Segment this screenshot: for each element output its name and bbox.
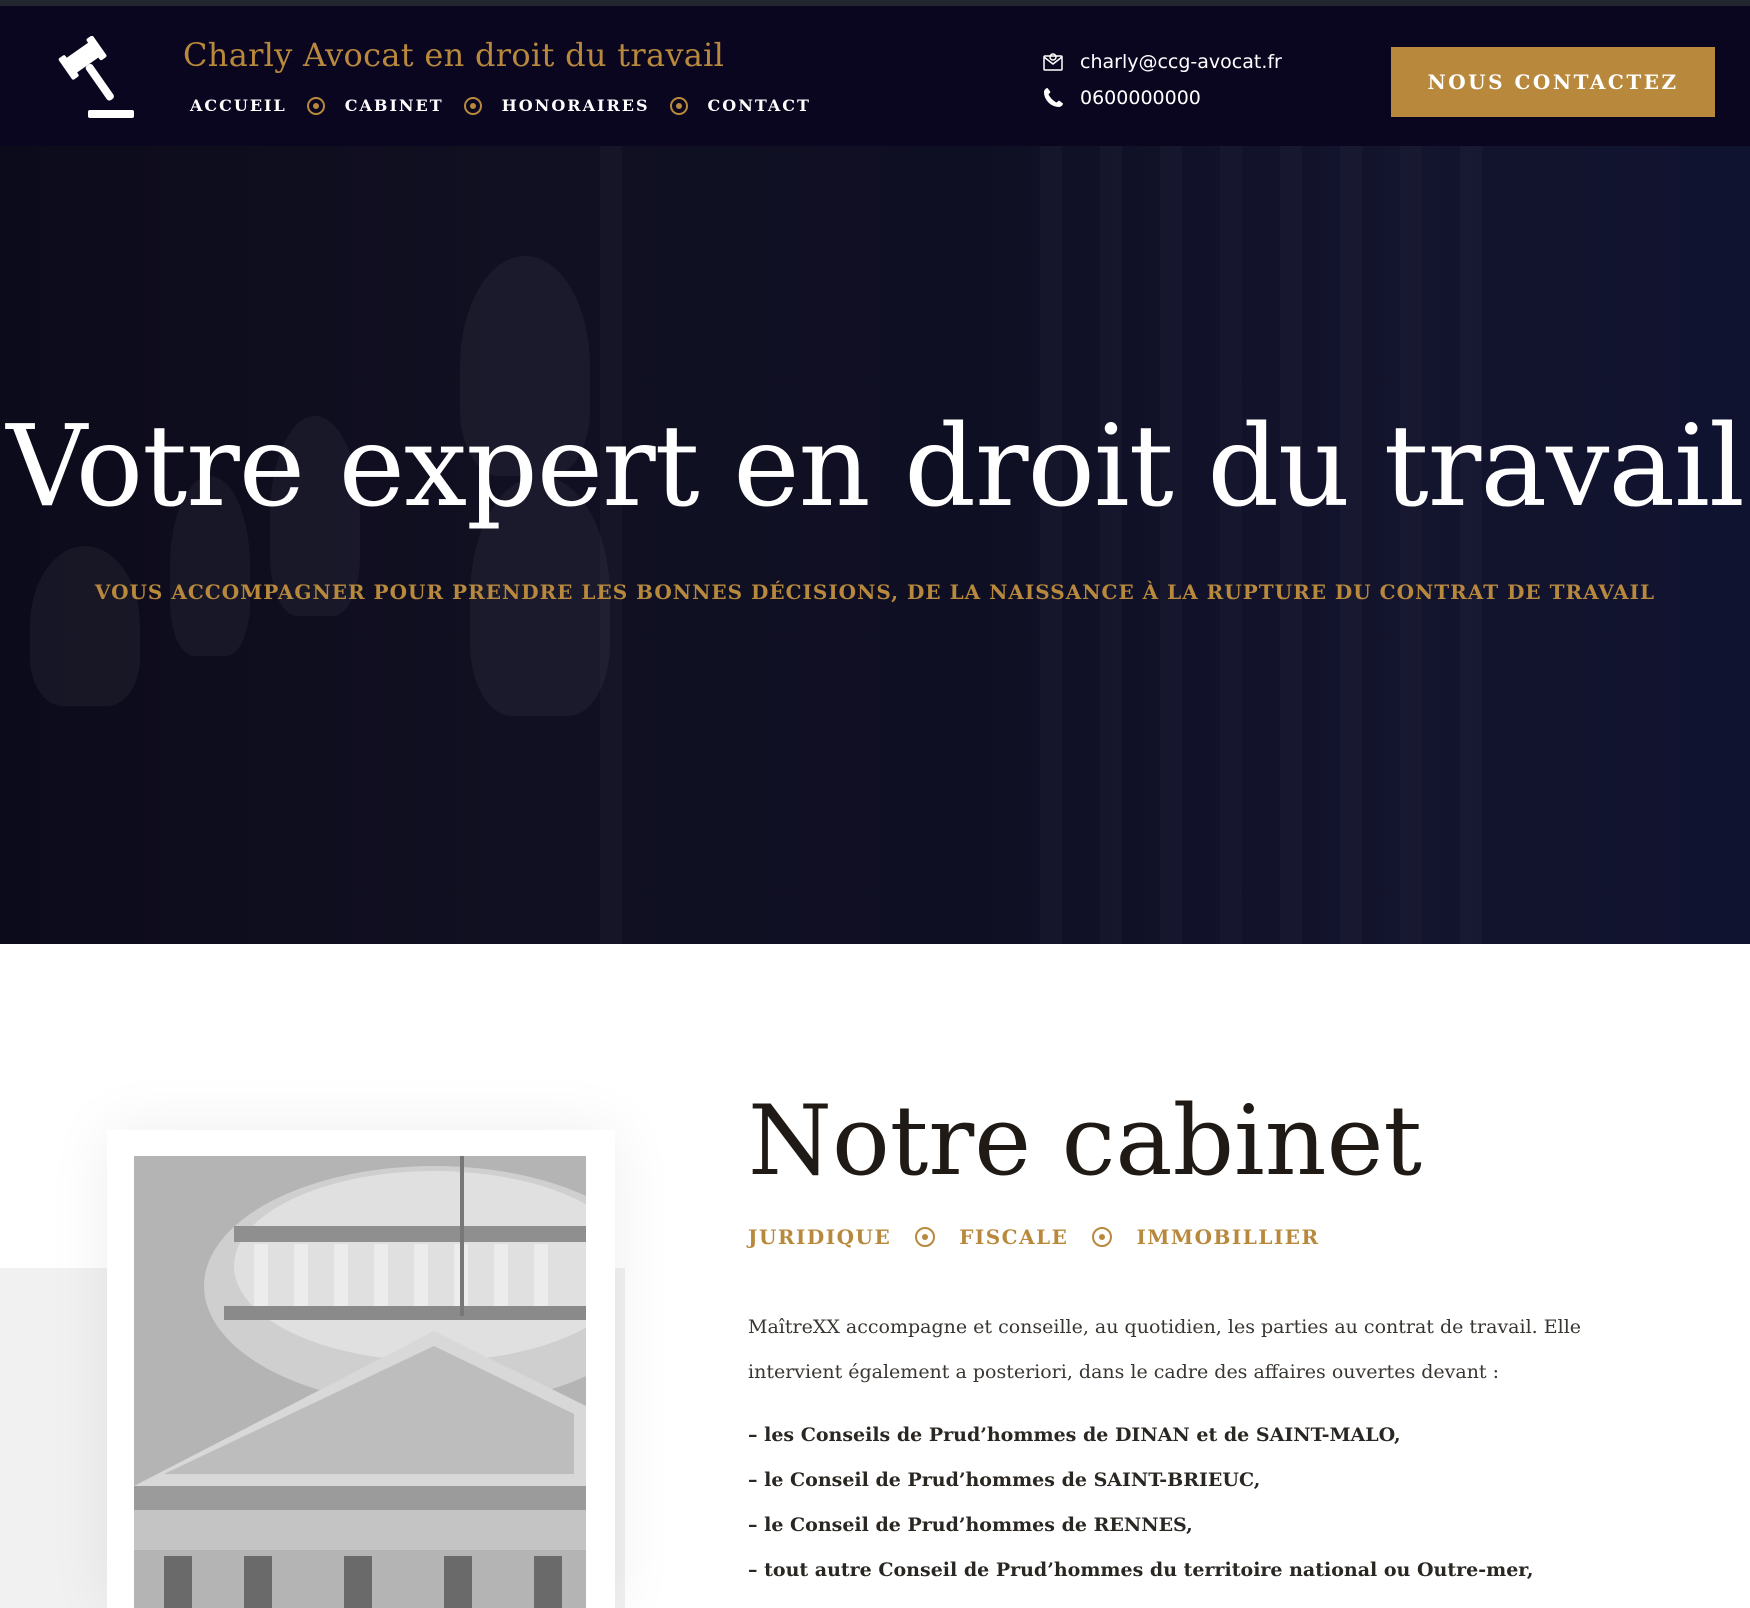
intro-paragraph: MaîtreXX accompagne et conseille, au quo… (748, 1316, 1582, 1383)
contact-button[interactable]: NOUS CONTACTEZ (1391, 47, 1715, 117)
court-list: – les Conseils de Prud’hommes de DINAN e… (748, 1413, 1648, 1593)
phone-link[interactable]: 0600000000 (1080, 87, 1201, 109)
list-item: – tout autre Conseil de Prud’hommes du t… (748, 1559, 1534, 1581)
list-item: – le Conseil de Prud’hommes de SAINT-BRI… (748, 1469, 1261, 1491)
nav-item-accueil[interactable]: ACCUEIL (190, 96, 287, 115)
main-nav: ACCUEIL CABINET HONORAIRES CONTACT (190, 96, 811, 115)
contact-info: charly@ccg-avocat.fr 0600000000 (1040, 44, 1282, 116)
brand-name[interactable]: Charly Avocat en droit du travail (183, 36, 724, 74)
category-list: JURIDIQUE FISCALE IMMOBILLIER (748, 1225, 1320, 1249)
email-row[interactable]: charly@ccg-avocat.fr (1040, 44, 1282, 80)
category-immobillier: IMMOBILLIER (1136, 1225, 1320, 1249)
target-dot-icon (1092, 1227, 1113, 1247)
hero-subtitle: VOUS ACCOMPAGNER POUR PRENDRE LES BONNES… (94, 580, 1656, 604)
nav-item-cabinet[interactable]: CABINET (345, 96, 444, 115)
site-header: Charly Avocat en droit du travail ACCUEI… (0, 6, 1750, 146)
section-title: Notre cabinet (748, 1085, 1422, 1197)
phone-icon (1040, 85, 1066, 111)
envelope-icon (1040, 49, 1066, 75)
gavel-icon[interactable] (50, 35, 136, 122)
target-dot-icon (306, 96, 325, 115)
email-link[interactable]: charly@ccg-avocat.fr (1080, 51, 1282, 73)
nav-item-honoraires[interactable]: HONORAIRES (502, 96, 650, 115)
category-juridique: JURIDIQUE (748, 1225, 892, 1249)
hero-banner: Votre expert en droit du travail VOUS AC… (0, 146, 1750, 944)
phone-row[interactable]: 0600000000 (1040, 80, 1282, 116)
target-dot-icon (463, 96, 482, 115)
nav-item-contact[interactable]: CONTACT (708, 96, 811, 115)
hero-title: Votre expert en droit du travail (6, 402, 1745, 532)
target-dot-icon (915, 1227, 936, 1247)
capitol-building-image (134, 1156, 586, 1608)
target-dot-icon (669, 96, 688, 115)
list-item: – le Conseil de Prud’hommes de RENNES, (748, 1514, 1193, 1536)
list-item: – les Conseils de Prud’hommes de DINAN e… (748, 1424, 1401, 1446)
category-fiscale: FISCALE (959, 1225, 1069, 1249)
